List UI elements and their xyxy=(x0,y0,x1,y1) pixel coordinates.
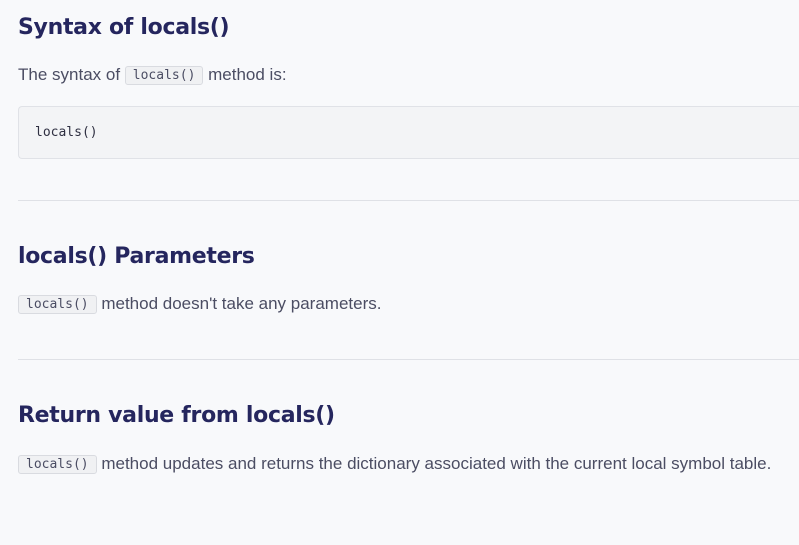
syntax-description: The syntax of locals() method is: xyxy=(18,60,287,89)
return-value-text: method updates and returns the dictionar… xyxy=(96,454,772,473)
return-value-description: locals() method updates and returns the … xyxy=(18,449,778,478)
inline-code-locals: locals() xyxy=(18,295,97,314)
parameters-description: locals() method doesn't take any paramet… xyxy=(18,289,381,318)
return-value-heading: Return value from locals() xyxy=(18,403,335,428)
inline-code-locals: locals() xyxy=(18,455,97,474)
syntax-text-after: method is: xyxy=(203,65,287,84)
syntax-heading: Syntax of locals() xyxy=(18,15,230,40)
parameters-heading: locals() Parameters xyxy=(18,244,255,269)
article-content: Syntax of locals() The syntax of locals(… xyxy=(0,0,799,545)
inline-code-locals: locals() xyxy=(124,66,204,85)
section-divider xyxy=(18,359,799,360)
syntax-code: locals() xyxy=(35,125,98,140)
parameters-text: method doesn't take any parameters. xyxy=(96,294,382,313)
syntax-text-before: The syntax of xyxy=(18,65,125,84)
syntax-code-block[interactable]: locals() xyxy=(18,106,799,159)
section-divider xyxy=(18,200,799,201)
